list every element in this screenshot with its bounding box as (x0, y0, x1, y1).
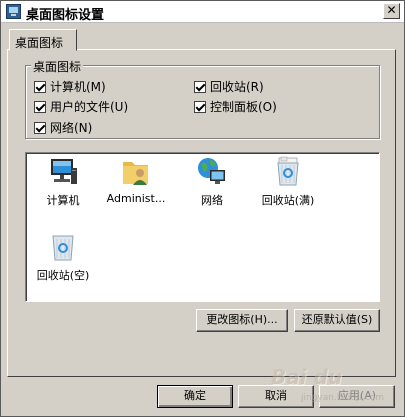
icon-list[interactable]: 计算机 Administ... 网络 回收站(满) 回收站(空) (25, 152, 380, 302)
ok-button[interactable]: 确定 (157, 385, 233, 408)
window-title: 桌面图标设置 (26, 8, 105, 23)
close-button[interactable]: ✕ (383, 3, 400, 19)
group-title: 桌面图标 (31, 58, 84, 75)
checkbox-user-files[interactable]: 用户的文件(U) (34, 98, 128, 115)
checkbox-network[interactable]: 网络(N) (34, 119, 92, 136)
checkbox-checked-icon[interactable] (34, 80, 46, 93)
desktop-icon-settings-dialog: 桌面图标设置 ✕ 桌面图标 桌面图标 计算机(M) 回收站(R) 用户的文件(U… (0, 0, 405, 417)
icon-label: 回收站(满) (261, 194, 315, 207)
checkbox-control-panel[interactable]: 控制面板(O) (194, 98, 277, 115)
checkbox-label: 用户的文件(U) (50, 100, 129, 114)
icon-item-user-folder[interactable]: Administ... (96, 156, 176, 205)
checkbox-checked-icon[interactable] (34, 121, 46, 134)
change-icon-button[interactable]: 更改图标(H)... (196, 309, 288, 332)
checkbox-label: 网络(N) (50, 121, 93, 135)
recycle-bin-full-icon (272, 156, 304, 188)
checkbox-computer[interactable]: 计算机(M) (34, 78, 106, 95)
tab-desktop-icons[interactable]: 桌面图标 (9, 29, 77, 51)
checkbox-label: 控制面板(O) (210, 100, 277, 114)
icon-item-computer[interactable]: 计算机 (23, 156, 103, 208)
icon-label: 计算机 (46, 194, 80, 207)
checkbox-checked-icon[interactable] (194, 80, 206, 93)
icon-item-network[interactable]: 网络 (172, 156, 252, 208)
icon-label: 回收站(空) (36, 269, 90, 282)
icon-label: Administ... (106, 192, 166, 205)
icon-item-recycle-bin-empty[interactable]: 回收站(空) (23, 231, 103, 283)
watermark-url: jingyan.baidu.com (301, 393, 385, 403)
title-bar: 桌面图标设置 ✕ (1, 1, 404, 23)
checkbox-checked-icon[interactable] (194, 100, 206, 113)
checkbox-recycle-bin[interactable]: 回收站(R) (194, 78, 264, 95)
checkbox-checked-icon[interactable] (34, 100, 46, 113)
icon-label: 网络 (201, 194, 223, 207)
recycle-bin-empty-icon (47, 231, 79, 263)
checkbox-label: 回收站(R) (210, 80, 264, 94)
icon-item-recycle-bin-full[interactable]: 回收站(满) (248, 156, 328, 208)
user-folder-icon (120, 156, 152, 188)
computer-icon (47, 156, 79, 188)
network-icon (196, 156, 228, 188)
checkbox-label: 计算机(M) (50, 80, 106, 94)
display-settings-icon (6, 4, 21, 19)
restore-default-button[interactable]: 还原默认值(S) (294, 309, 380, 332)
